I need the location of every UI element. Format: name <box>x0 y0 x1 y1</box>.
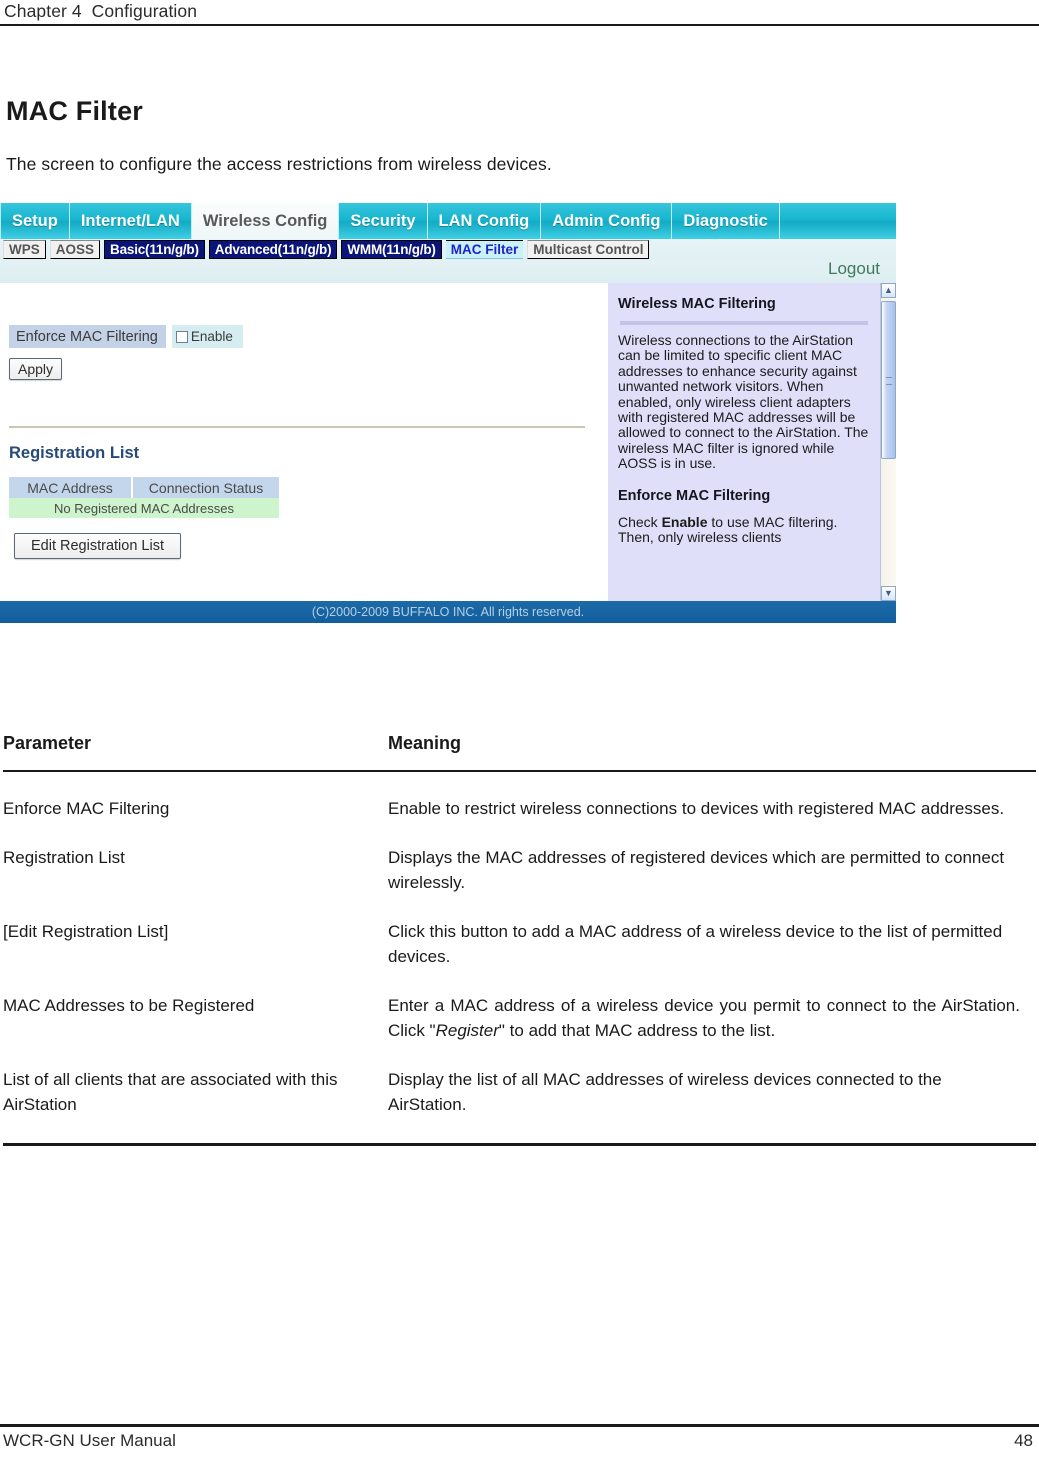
main-navigation-bar: Setup Internet/LAN Wireless Config Secur… <box>0 203 896 239</box>
row-parameter: [Edit Registration List] <box>3 922 169 941</box>
nav-tab-diagnostic[interactable]: Diagnostic <box>672 203 780 239</box>
table-row: List of all clients that are associated … <box>3 1043 1036 1117</box>
settings-divider <box>9 426 585 428</box>
table-header-meaning: Meaning <box>388 733 462 753</box>
row-meaning: Click this button to add a MAC address o… <box>388 922 1003 966</box>
table-header-parameter: Parameter <box>3 733 92 753</box>
nav-tab-internet-lan[interactable]: Internet/LAN <box>70 203 192 239</box>
row-parameter: List of all clients that are associated … <box>3 1070 338 1114</box>
sub-tab-wmm[interactable]: WMM(11n/g/b) <box>341 240 442 259</box>
sub-tab-multicast-control[interactable]: Multicast Control <box>527 240 650 259</box>
enforce-mac-filtering-control[interactable]: Enable <box>171 325 243 348</box>
enable-checkbox[interactable] <box>175 330 188 343</box>
help-heading-2: Enforce MAC Filtering <box>618 487 771 504</box>
row-parameter: Registration List <box>3 848 125 867</box>
nav-tab-admin-config[interactable]: Admin Config <box>541 203 673 239</box>
page-intro: The screen to configure the access restr… <box>6 153 552 174</box>
row-parameter: Enforce MAC Filtering <box>3 799 170 818</box>
router-content-area: Enforce MAC Filtering Enable Apply Regis… <box>0 283 896 601</box>
parameter-meaning-table: Parameter Meaning Enforce MAC Filtering … <box>3 733 1036 1146</box>
table-header-row: Parameter Meaning <box>3 733 1036 770</box>
scroll-up-arrow-icon[interactable]: ▲ <box>881 283 896 298</box>
copyright-text: (C)2000-2009 BUFFALO INC. All rights res… <box>311 605 585 619</box>
running-header: Chapter 4 Configuration <box>0 0 1039 26</box>
sub-tab-wps[interactable]: WPS <box>3 240 46 259</box>
logout-link[interactable]: Logout <box>828 259 880 279</box>
help-divider <box>620 321 868 325</box>
sub-tab-advanced[interactable]: Advanced(11n/g/b) <box>208 240 338 259</box>
scroll-down-arrow-icon[interactable]: ▼ <box>881 586 896 601</box>
table-bottom-rule <box>3 1143 1036 1146</box>
help-body2-prefix: Check <box>618 513 662 530</box>
row-parameter: MAC Addresses to be Registered <box>3 996 255 1015</box>
row-meaning-emphasis: Register <box>435 1021 499 1040</box>
row-meaning-post: " to add that MAC address to the list. <box>498 1021 776 1040</box>
edit-registration-list-button[interactable]: Edit Registration List <box>14 533 181 559</box>
enforce-mac-filtering-label: Enforce MAC Filtering <box>9 325 166 348</box>
sub-navigation-bar: WPS AOSS Basic(11n/g/b) Advanced(11n/g/b… <box>0 239 896 260</box>
router-copyright-footer: (C)2000-2009 BUFFALO INC. All rights res… <box>0 601 896 623</box>
registration-table-header-row: MAC Address Connection Status <box>9 477 279 498</box>
table-row: [Edit Registration List] Click this butt… <box>3 895 1036 969</box>
scrollbar-thumb[interactable] <box>881 301 896 459</box>
router-ui-screenshot: Setup Internet/LAN Wireless Config Secur… <box>0 203 896 623</box>
row-meaning: Enter a MAC address of a wireless device… <box>388 993 1036 1043</box>
footer-divider <box>0 1424 1039 1427</box>
help-heading: Wireless MAC Filtering <box>618 296 776 312</box>
nav-spacer <box>0 260 896 283</box>
nav-tab-lan-config[interactable]: LAN Config <box>428 203 542 239</box>
sub-tab-basic[interactable]: Basic(11n/g/b) <box>104 240 205 259</box>
nav-tab-security[interactable]: Security <box>339 203 428 239</box>
enforce-mac-filtering-row: Enforce MAC Filtering Enable <box>9 325 243 348</box>
scrollbar-grip-icon <box>886 377 892 385</box>
row-meaning: Displays the MAC addresses of registered… <box>388 848 1005 892</box>
help-body2-bold: Enable <box>661 513 708 530</box>
nav-tab-setup[interactable]: Setup <box>0 203 70 239</box>
help-panel-scrollbar[interactable]: ▲ ▼ <box>880 283 896 601</box>
registration-col-connection-status: Connection Status <box>133 477 279 498</box>
header-divider <box>0 24 1039 26</box>
help-body-text-2: Check Enable to use MAC filtering. Then,… <box>618 513 870 546</box>
table-row: Registration List Displays the MAC addre… <box>3 821 1036 895</box>
enable-checkbox-label: Enable <box>190 329 233 344</box>
page-title: MAC Filter <box>6 96 143 127</box>
row-meaning: Enable to restrict wireless connections … <box>388 799 1005 818</box>
apply-button[interactable]: Apply <box>9 358 63 380</box>
sub-tab-mac-filter[interactable]: MAC Filter <box>445 240 524 259</box>
registration-list-table: MAC Address Connection Status No Registe… <box>9 477 279 518</box>
help-panel: Wireless MAC Filtering Wireless connecti… <box>608 283 880 601</box>
footer-manual-name: WCR-GN User Manual <box>3 1431 176 1450</box>
help-body-text: Wireless connections to the AirStation c… <box>618 332 869 472</box>
registration-list-title: Registration List <box>9 444 140 462</box>
table-row: MAC Addresses to be Registered Enter a M… <box>3 969 1036 1043</box>
nav-tab-wireless-config[interactable]: Wireless Config <box>191 203 340 239</box>
registration-col-mac-address: MAC Address <box>9 477 133 498</box>
table-row: Enforce MAC Filtering Enable to restrict… <box>3 772 1036 821</box>
footer-page-number: 48 <box>1014 1431 1033 1450</box>
row-meaning: Display the list of all MAC addresses of… <box>388 1070 942 1114</box>
sub-tab-aoss[interactable]: AOSS <box>49 240 101 259</box>
running-header-text: Chapter 4 Configuration <box>4 1 198 21</box>
registration-empty-row: No Registered MAC Addresses <box>9 498 279 518</box>
router-settings-pane: Enforce MAC Filtering Enable Apply Regis… <box>0 283 604 601</box>
